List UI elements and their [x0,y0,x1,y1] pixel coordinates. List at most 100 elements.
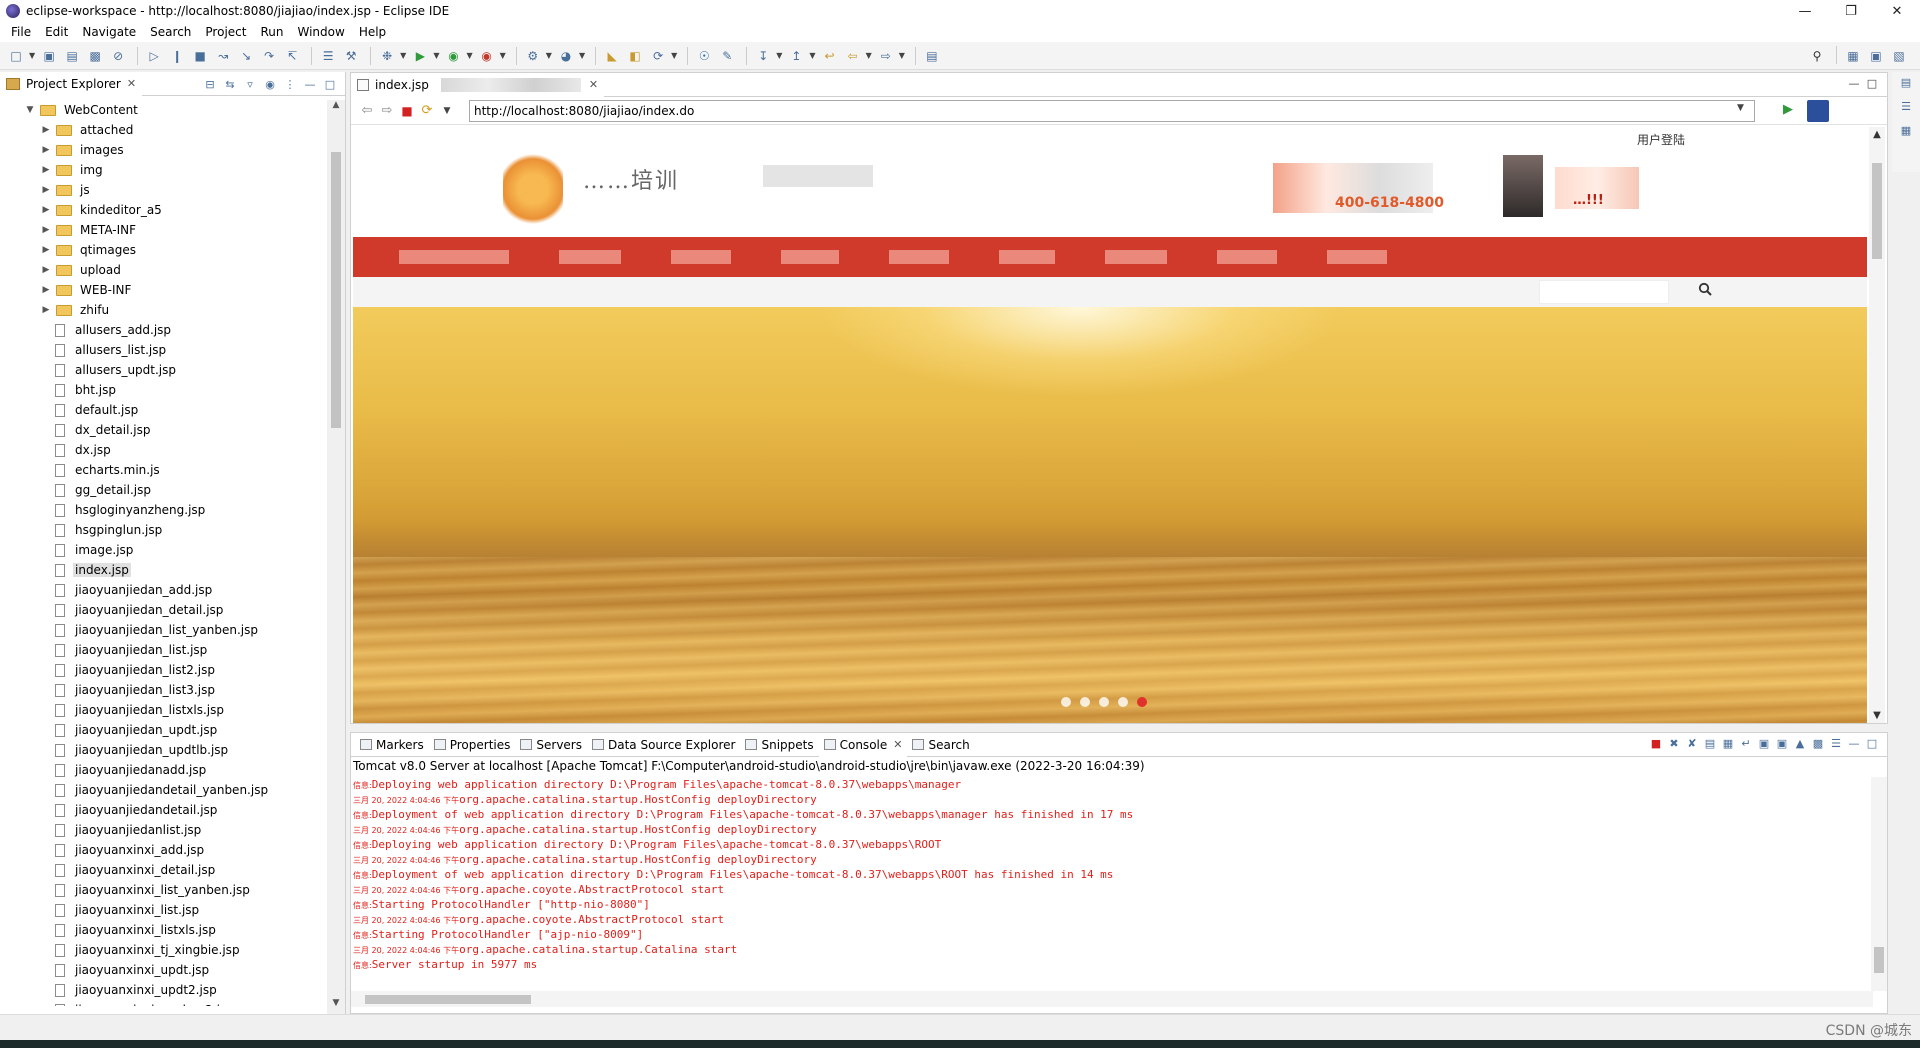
scrollbar-thumb[interactable] [1874,947,1884,973]
console-output[interactable]: 信息:Deploying web application directory D… [353,777,1865,985]
display-console-icon[interactable]: ▩ [1809,737,1827,750]
chevron-right-icon[interactable]: ▶ [40,265,52,275]
tree-item-file[interactable]: jiaoyuanjiedanlist.jsp [0,820,326,840]
tab-properties[interactable]: Properties [429,733,516,757]
open-console-icon[interactable]: ☰ [1827,737,1845,750]
tree-item-folder[interactable]: ▶ zhifu [0,300,326,320]
tree-item-folder[interactable]: ▶ images [0,140,326,160]
tree-item-file[interactable]: allusers_list.jsp [0,340,326,360]
remove-all-icon[interactable]: ✘ [1683,737,1701,750]
web-browser-icon[interactable]: ☉ [694,46,714,66]
go-icon[interactable]: ▶ [1783,102,1793,117]
tree-item-file[interactable]: jiaoyuanjiedandetail_yanben.jsp [0,780,326,800]
coverage-dropdown-icon[interactable]: ▼ [466,51,472,60]
debug-dropdown-icon[interactable]: ▼ [400,51,406,60]
console-scrollbar-h[interactable] [351,991,1873,1007]
refresh-dropdown-icon[interactable]: ▼ [437,106,457,116]
restore-icon[interactable]: ▤ [1896,76,1916,96]
tree-item-file[interactable]: jiaoyuanxinxi_detail.jsp [0,860,326,880]
search-tool-dropdown-icon[interactable]: ▼ [671,51,677,60]
resume-icon[interactable]: ▷ [144,46,164,66]
maximize-view-icon[interactable]: □ [1863,737,1881,750]
browser-back-icon[interactable]: ⇦ [357,103,377,118]
terminate-icon[interactable]: ■ [1647,737,1665,750]
tree-item-file[interactable]: image.jsp [0,540,326,560]
scroll-down-icon[interactable]: ▼ [1869,710,1885,721]
project-explorer-tab[interactable]: Project Explorer ✕ [0,71,143,96]
chevron-right-icon[interactable]: ▶ [40,165,52,175]
nav-item[interactable] [999,250,1055,264]
menu-navigate[interactable]: Navigate [75,25,143,39]
build-icon[interactable]: ⚒ [341,46,361,66]
tree-item-file[interactable]: jiaoyuanjiedan_list2.jsp [0,660,326,680]
debug-icon[interactable]: ❉ [377,46,397,66]
pin-console-icon[interactable]: ▲ [1791,737,1809,750]
carousel-dot[interactable] [1080,697,1090,707]
chevron-right-icon[interactable]: ▶ [40,305,52,315]
search-icon[interactable] [1698,282,1712,296]
tree-item-folder[interactable]: ▶ WEB-INF [0,280,326,300]
menu-help[interactable]: Help [352,25,393,39]
console-scrollbar-v[interactable] [1871,777,1887,991]
url-input[interactable] [469,100,1755,122]
maximize-view-icon[interactable]: □ [1863,77,1881,90]
run-dropdown-icon[interactable]: ▼ [433,51,439,60]
minimize-view-icon[interactable]: — [301,76,319,92]
nav-item[interactable] [1327,250,1387,264]
tree-item-file[interactable]: jiaoyuanjiedan_list3.jsp [0,680,326,700]
clear-console-icon[interactable]: ▤ [1701,737,1719,750]
hero-banner-image[interactable] [353,307,1867,723]
tree-item-file[interactable]: hsgloginyanzheng.jsp [0,500,326,520]
save-icon[interactable]: ▣ [39,46,59,66]
search-icon[interactable]: ⚲ [1807,46,1827,66]
url-history-dropdown-icon[interactable]: ▼ [1737,103,1744,113]
menu-window[interactable]: Window [290,25,351,39]
editor-tab-index[interactable]: index.jsp ✕ [351,72,605,97]
remove-launch-icon[interactable]: ✖ [1665,737,1683,750]
maximize-button[interactable]: ❐ [1828,0,1874,22]
terminate-icon[interactable]: ■ [190,46,210,66]
scroll-lock-icon[interactable]: ▦ [1719,737,1737,750]
scroll-up-icon[interactable]: ▲ [327,100,345,116]
chevron-right-icon[interactable]: ▶ [40,185,52,195]
carousel-dot[interactable] [1099,697,1109,707]
forward-icon[interactable]: ⇨ [876,46,896,66]
open-perspective-icon[interactable]: ▦ [1843,46,1863,66]
tree-item-file[interactable]: gg_detail.jsp [0,480,326,500]
tree-item-file[interactable]: index.jsp [0,560,326,580]
back-icon[interactable]: ⇦ [843,46,863,66]
carousel-dot[interactable] [1118,697,1128,707]
tab-console[interactable]: Console ✕ [818,732,908,757]
open-task-icon[interactable]: ☰ [318,46,338,66]
menu-search[interactable]: Search [143,25,198,39]
tree-item-file[interactable]: dx_detail.jsp [0,420,326,440]
skip-breakpoints-icon[interactable]: ⊘ [108,46,128,66]
pin-editor-icon[interactable]: ▤ [922,46,942,66]
scroll-up-icon[interactable]: ▲ [1869,129,1885,140]
tree-item-folder[interactable]: ▶ js [0,180,326,200]
chevron-down-icon[interactable]: ▼ [24,105,36,115]
last-edit-icon[interactable]: ↩ [820,46,840,66]
tree-item-file[interactable]: jiaoyuanjiedanadd.jsp [0,760,326,780]
menu-file[interactable]: File [4,25,38,39]
tree-item-file[interactable]: jiaoyuanjiedan_updtlb.jsp [0,740,326,760]
chevron-right-icon[interactable]: ▶ [40,245,52,255]
open-folder-icon[interactable]: ◧ [625,46,645,66]
annotation-icon[interactable]: ✎ [717,46,737,66]
scrollbar-thumb[interactable] [365,995,531,1004]
run-icon[interactable]: ▶ [410,46,430,66]
open-type-icon[interactable]: ◣ [602,46,622,66]
tree-item-file[interactable]: jiaoyuanxinxi_list_yanben.jsp [0,880,326,900]
tree-item-file[interactable]: allusers_add.jsp [0,320,326,340]
chevron-right-icon[interactable]: ▶ [40,145,52,155]
focus-icon[interactable]: ◉ [261,76,279,92]
tree-item-file[interactable]: jiaoyuanxinxi_list.jsp [0,900,326,920]
tree-item-file[interactable]: jiaoyuanjiedan_detail.jsp [0,600,326,620]
tree-item-folder[interactable]: ▶ attached [0,120,326,140]
external-browser-icon[interactable] [1807,100,1829,122]
tree-item-file[interactable]: jiaoyuanxinxi_add.jsp [0,840,326,860]
filter-icon[interactable]: ▿ [241,76,259,92]
step-into-icon[interactable]: ↘ [236,46,256,66]
tree-item-file[interactable]: jiaoyuanjiedandetail.jsp [0,800,326,820]
tree-item-file[interactable]: jiaoyuanjiedan_updt.jsp [0,720,326,740]
